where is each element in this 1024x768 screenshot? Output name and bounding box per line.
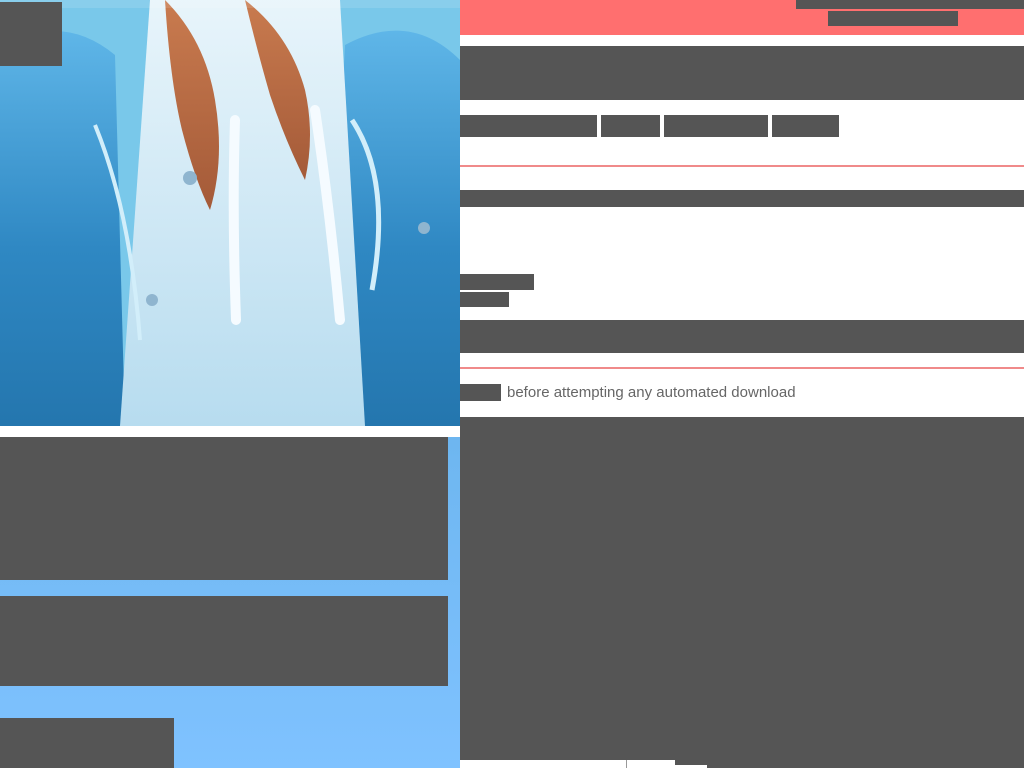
small-label-2 xyxy=(460,292,509,307)
left-content-block-2 xyxy=(0,596,448,686)
notice-text: before attempting any automated download xyxy=(507,383,796,401)
section-heading-bar xyxy=(460,190,1024,207)
page-root: before attempting any automated download xyxy=(0,0,1024,768)
nav-item-4[interactable] xyxy=(772,115,839,137)
small-label-1 xyxy=(460,274,534,290)
bottom-tab-2[interactable] xyxy=(627,760,675,768)
left-content-block-1 xyxy=(0,437,448,580)
nav-item-1[interactable] xyxy=(460,115,597,137)
nav-item-3[interactable] xyxy=(664,115,768,137)
divider-top xyxy=(460,165,1024,167)
nav-row xyxy=(460,115,839,137)
logo-placeholder-icon[interactable] xyxy=(0,2,62,66)
top-banner-button[interactable] xyxy=(828,11,958,26)
left-content-block-3[interactable] xyxy=(0,718,174,768)
notice-pill[interactable] xyxy=(460,383,501,401)
page-header-block xyxy=(460,46,1024,100)
hero-divider xyxy=(0,426,460,437)
hero-illustration xyxy=(0,0,460,426)
nav-item-2[interactable] xyxy=(601,115,660,137)
wide-input-bar[interactable] xyxy=(460,320,1024,353)
hero-photo xyxy=(0,0,460,426)
right-pane: before attempting any automated download xyxy=(460,0,1024,768)
bottom-tab-1[interactable] xyxy=(460,760,626,768)
top-banner-strip xyxy=(796,0,1024,9)
main-content-area xyxy=(460,417,1024,768)
top-banner xyxy=(460,0,1024,35)
divider-middle xyxy=(460,367,1024,369)
notice-row: before attempting any automated download xyxy=(460,383,796,401)
left-hero-pane xyxy=(0,0,460,768)
